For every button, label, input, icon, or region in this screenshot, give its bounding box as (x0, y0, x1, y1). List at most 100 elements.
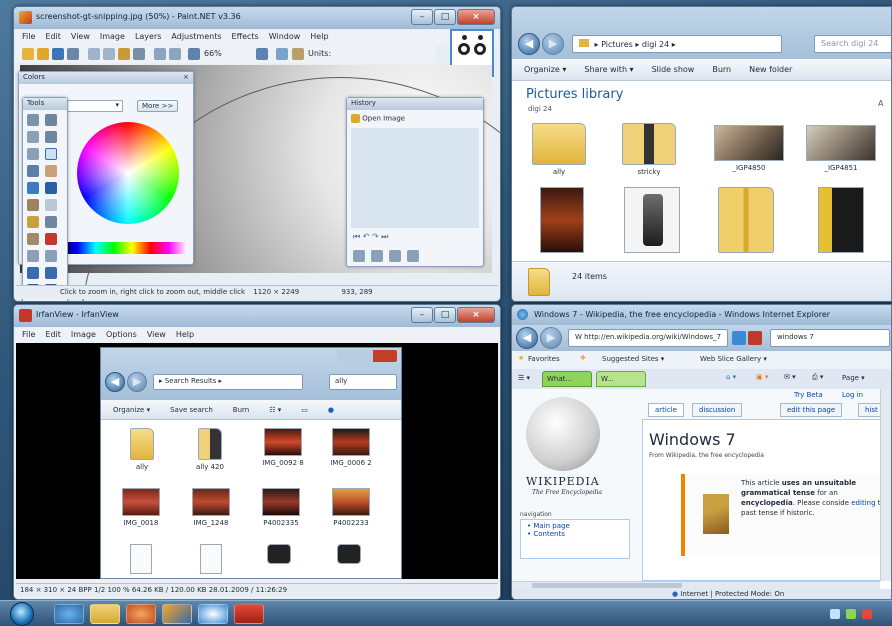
menu-help[interactable]: Help (310, 32, 328, 42)
recolor-icon[interactable] (45, 233, 57, 245)
preview-pane-icon[interactable]: ▭ (301, 406, 308, 414)
redo-icon[interactable] (169, 48, 181, 60)
list-item[interactable] (718, 187, 774, 253)
colors-palette-titlebar[interactable]: Colors × (19, 72, 193, 84)
text-icon[interactable] (27, 250, 39, 262)
help-icon[interactable]: ● (328, 406, 334, 414)
taskbar-ie-button[interactable] (54, 604, 84, 624)
pan-icon[interactable] (45, 165, 57, 177)
add-layer-icon[interactable] (353, 250, 365, 262)
mail-icon[interactable]: ✉ ▾ (784, 373, 796, 381)
more-colors-button[interactable]: More >> (137, 100, 179, 112)
menu-window[interactable]: Window (269, 32, 301, 42)
clone-stamp-icon[interactable] (27, 233, 39, 245)
zoom-icon[interactable] (188, 48, 200, 60)
menu-image[interactable]: Image (100, 32, 125, 42)
taskbar-paintnet-button[interactable] (162, 604, 192, 624)
nav-link-contents[interactable]: • Contents (527, 530, 623, 538)
views-icon[interactable]: ☷ ▾ (269, 406, 281, 414)
search-input[interactable]: windows 7 (770, 329, 890, 347)
page-menu[interactable]: Page ▾ (842, 374, 865, 382)
paste-icon[interactable] (118, 48, 130, 60)
color-wheel[interactable] (77, 122, 179, 224)
menu-image[interactable]: Image (71, 330, 96, 340)
menu-edit[interactable]: Edit (45, 32, 61, 42)
organize-button[interactable]: Organize ▾ (113, 406, 150, 414)
nav-link-main-page[interactable]: • Main page (527, 522, 623, 530)
magic-wand-icon[interactable] (45, 148, 57, 160)
feeds-icon[interactable]: ▣ ▾ (756, 373, 768, 381)
save-icon[interactable] (52, 48, 64, 60)
tab-history[interactable]: hist (858, 403, 880, 417)
tab-list-icon[interactable]: ☰ ▾ (518, 374, 530, 382)
refresh-icon[interactable] (732, 331, 746, 345)
minimize-button[interactable]: – (411, 307, 433, 323)
list-item[interactable]: ally 420 (185, 428, 235, 472)
explorer-titlebar[interactable]: ◀ ▶ ▸ Pictures ▸ digi 24 ▸ Search digi 2… (512, 7, 891, 59)
list-item[interactable]: P4002233 (321, 488, 381, 528)
crop-icon[interactable] (133, 48, 145, 60)
slide-show-button[interactable]: Slide show (652, 65, 695, 74)
lasso-icon[interactable] (27, 131, 39, 143)
print-icon[interactable] (67, 48, 79, 60)
log-in-link[interactable]: Log in (842, 391, 863, 399)
close-button[interactable]: × (457, 9, 495, 25)
security-zone[interactable]: Internet | Protected Mode: On (680, 590, 784, 598)
history-item[interactable]: Open Image (351, 114, 479, 126)
taskbar-mediaplayer-button[interactable] (126, 604, 156, 624)
close-button[interactable]: × (457, 307, 495, 323)
tab-edit[interactable]: edit this page (780, 403, 843, 417)
cut-icon[interactable] (88, 48, 100, 60)
list-item[interactable]: IMG_0018 (111, 488, 171, 528)
horizontal-scrollbar[interactable] (512, 581, 880, 589)
grid-icon[interactable] (276, 48, 288, 60)
redo-history-icon[interactable]: ↷ (372, 232, 379, 241)
hue-bar[interactable] (59, 242, 187, 254)
list-item[interactable] (818, 187, 864, 253)
history-list[interactable] (351, 128, 479, 228)
new-icon[interactable] (22, 48, 34, 60)
brush-icon[interactable] (27, 199, 39, 211)
editing-link[interactable]: editing (851, 499, 875, 507)
back-button[interactable]: ◀ (516, 327, 538, 349)
url-bar[interactable]: W http://en.wikipedia.org/wiki/Windows_7 (568, 329, 728, 347)
tab-article[interactable]: article (648, 403, 684, 417)
rounded-rect-icon[interactable] (45, 267, 57, 279)
copy-icon[interactable] (103, 48, 115, 60)
list-item[interactable]: ally (532, 123, 586, 177)
irfanview-image-area[interactable]: ◀ ▶ ▸ Search Results ▸ ally Organize ▾ S… (16, 343, 498, 579)
list-item[interactable] (191, 544, 231, 574)
menu-view[interactable]: View (71, 32, 90, 42)
zoom-level[interactable]: 66% (204, 49, 222, 58)
duplicate-layer-icon[interactable] (389, 250, 401, 262)
move-icon[interactable] (45, 114, 57, 126)
menu-help[interactable]: Help (176, 330, 194, 340)
tab-inactive[interactable]: W... (596, 371, 646, 387)
favorites-button[interactable]: Favorites (528, 355, 560, 363)
rewind-icon[interactable]: ⏮ (353, 232, 360, 241)
ruler-icon[interactable] (292, 48, 304, 60)
menu-file[interactable]: File (22, 32, 35, 42)
burn-button[interactable]: Burn (233, 406, 249, 414)
layer-properties-icon[interactable] (407, 250, 419, 262)
organize-button[interactable]: Organize ▾ (524, 65, 566, 74)
maximize-button[interactable]: □ (434, 9, 456, 25)
list-item[interactable] (624, 187, 680, 253)
list-item[interactable] (121, 544, 161, 574)
burn-button[interactable]: Burn (712, 65, 731, 74)
address-bar[interactable]: ▸ Pictures ▸ digi 24 ▸ (572, 35, 782, 53)
taskbar-irfanview-button[interactable] (198, 604, 228, 624)
delete-layer-icon[interactable] (371, 250, 383, 262)
save-search-button[interactable]: Save search (170, 406, 213, 414)
taskbar-explorer2-button[interactable] (234, 604, 264, 624)
minimize-button[interactable]: – (411, 9, 433, 25)
forward-button[interactable]: ▶ (540, 327, 562, 349)
fastforward-icon[interactable]: ⏭ (381, 232, 388, 241)
list-item[interactable]: _IGP4850 (714, 125, 784, 173)
suggested-sites-link[interactable]: Suggested Sites ▾ (602, 355, 664, 363)
tab-discussion[interactable]: discussion (692, 403, 743, 417)
web-slice-link[interactable]: Web Slice Gallery ▾ (700, 355, 767, 363)
maximize-button[interactable]: □ (434, 307, 456, 323)
list-item[interactable]: IMG_0006 2 (321, 428, 381, 468)
forward-button[interactable]: ▶ (127, 372, 147, 392)
